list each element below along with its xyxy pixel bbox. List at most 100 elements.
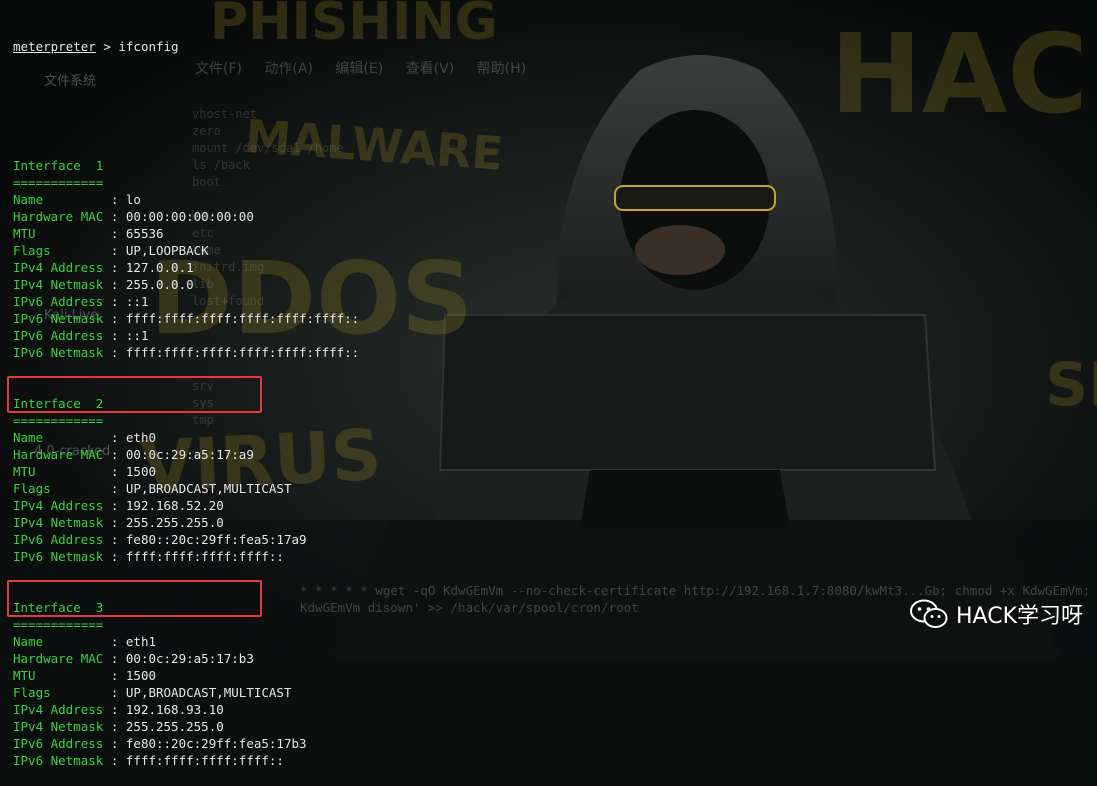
interface-value: 255.255.255.0 <box>125 719 224 734</box>
interface-colon: : <box>110 736 126 751</box>
interface-key: IPv6 Address <box>13 736 111 751</box>
interface-row: IPv4 Address : 127.0.0.1 <box>13 259 359 276</box>
interface-key: Hardware MAC <box>13 447 111 462</box>
interface-key: IPv4 Address <box>13 498 111 513</box>
interface-key: IPv6 Address <box>13 532 111 547</box>
interface-separator: ============ <box>13 413 104 428</box>
interface-colon: : <box>110 243 126 258</box>
interface-colon: : <box>110 447 126 462</box>
interface-value: 255.255.255.0 <box>125 515 224 530</box>
interface-key: IPv6 Address <box>13 328 111 343</box>
command-text: > ifconfig <box>95 39 179 54</box>
interface-block: Interface 3 ============ Name : eth1 Hardwa… <box>13 599 359 769</box>
interface-key: Flags <box>13 685 111 700</box>
interface-row: Hardware MAC : 00:0c:29:a5:17:a9 <box>13 446 359 463</box>
interface-row: MTU : 1500 <box>13 667 359 684</box>
interface-key: IPv4 Address <box>13 260 111 275</box>
interface-value: 00:0c:29:a5:17:a9 <box>125 447 254 462</box>
interface-value: 00:00:00:00:00:00 <box>125 209 254 224</box>
interface-key: IPv4 Netmask <box>13 719 111 734</box>
interface-row: IPv6 Netmask : ffff:ffff:ffff:ffff:ffff:… <box>13 310 359 327</box>
interface-block: Interface 2 ============ Name : eth0 Hardwa… <box>13 395 359 599</box>
interface-colon: : <box>110 260 126 275</box>
interface-colon: : <box>110 702 126 717</box>
bg-word-hack: HACK <box>830 10 1097 138</box>
interface-row: Flags : UP,LOOPBACK <box>13 242 359 259</box>
interface-colon: : <box>110 209 126 224</box>
interface-key: Name <box>13 430 111 445</box>
interface-key: Name <box>13 634 111 649</box>
interface-colon: : <box>110 549 126 564</box>
interface-row: IPv4 Address : 192.168.52.20 <box>13 497 359 514</box>
interface-key: IPv6 Netmask <box>13 549 111 564</box>
interface-key: MTU <box>13 226 111 241</box>
prompt-label: meterpreter <box>13 39 96 54</box>
bg-word-sp: SP <box>1045 350 1097 420</box>
interface-row: IPv6 Netmask : ffff:ffff:ffff:ffff:: <box>13 752 359 769</box>
interface-row: Name : eth1 <box>13 633 359 650</box>
interface-value: 255.0.0.0 <box>125 277 194 292</box>
interface-key: Flags <box>13 481 111 496</box>
interface-value: 00:0c:29:a5:17:b3 <box>125 651 254 666</box>
interface-row: MTU : 65536 <box>13 225 359 242</box>
interface-key: IPv6 Netmask <box>13 311 111 326</box>
interface-row: IPv4 Address : 192.168.93.10 <box>13 701 359 718</box>
interface-value: eth1 <box>125 634 157 649</box>
interface-value: UP,LOOPBACK <box>125 243 209 258</box>
interface-colon: : <box>110 345 126 360</box>
interface-row: Name : lo <box>13 191 359 208</box>
interface-colon: : <box>110 430 126 445</box>
interface-colon: : <box>110 464 126 479</box>
interface-value: 192.168.93.10 <box>125 702 224 717</box>
interface-colon: : <box>110 651 126 666</box>
interface-value: UP,BROADCAST,MULTICAST <box>125 481 292 496</box>
interface-row: Hardware MAC : 00:0c:29:a5:17:b3 <box>13 650 359 667</box>
interface-value: ffff:ffff:ffff:ffff:ffff:ffff:: <box>125 345 360 360</box>
interface-separator: ============ <box>13 617 104 632</box>
interface-colon: : <box>110 668 126 683</box>
highlight-box-eth1-ipv4 <box>7 580 262 617</box>
interface-value: fe80::20c:29ff:fea5:17b3 <box>125 736 307 751</box>
interface-colon: : <box>110 515 126 530</box>
interface-key: MTU <box>13 464 111 479</box>
laptop <box>438 314 937 471</box>
interface-value: ffff:ffff:ffff:ffff:ffff:ffff:: <box>125 311 360 326</box>
interface-row: IPv4 Netmask : 255.0.0.0 <box>13 276 359 293</box>
interface-key: Flags <box>13 243 111 258</box>
interface-colon: : <box>110 277 126 292</box>
brand-watermark: HACK学习呀 <box>910 598 1083 630</box>
interface-key: Hardware MAC <box>13 209 111 224</box>
brand-name: HACK学习呀 <box>956 604 1083 629</box>
interface-colon: : <box>110 294 126 309</box>
interface-value: UP,BROADCAST,MULTICAST <box>125 685 292 700</box>
interface-key: IPv4 Address <box>13 702 111 717</box>
interface-colon: : <box>110 532 126 547</box>
interface-row: IPv4 Netmask : 255.255.255.0 <box>13 718 359 735</box>
interface-row: IPv6 Address : fe80::20c:29ff:fea5:17a9 <box>13 531 359 548</box>
interface-value: 1500 <box>125 464 157 479</box>
interface-colon: : <box>110 311 126 326</box>
interface-row: IPv6 Netmask : ffff:ffff:ffff:ffff:: <box>13 548 359 565</box>
ghost-menu-help: 帮助(H) <box>476 61 527 77</box>
interface-value: 127.0.0.1 <box>125 260 194 275</box>
interface-value: eth0 <box>125 430 157 445</box>
interface-colon: : <box>110 481 126 496</box>
interface-row: IPv6 Address : ::1 <box>13 327 359 344</box>
interface-key: Name <box>13 192 111 207</box>
prompt-line: meterpreter > ifconfig <box>13 38 359 55</box>
interface-row: Hardware MAC : 00:00:00:00:00:00 <box>13 208 359 225</box>
interface-key: IPv6 Netmask <box>13 753 111 768</box>
interface-value: 1500 <box>125 668 157 683</box>
interface-colon: : <box>110 192 126 207</box>
interface-row: Name : eth0 <box>13 429 359 446</box>
interface-row: IPv4 Netmask : 255.255.255.0 <box>13 514 359 531</box>
interface-row: Flags : UP,BROADCAST,MULTICAST <box>13 684 359 701</box>
interface-row: IPv6 Netmask : ffff:ffff:ffff:ffff:ffff:… <box>13 344 359 361</box>
interface-value: 65536 <box>125 226 164 241</box>
interface-key: IPv6 Address <box>13 294 111 309</box>
interface-value: ::1 <box>125 328 149 343</box>
interface-colon: : <box>110 498 126 513</box>
interface-colon: : <box>110 226 126 241</box>
interface-row: IPv6 Address : fe80::20c:29ff:fea5:17b3 <box>13 735 359 752</box>
interface-value: fe80::20c:29ff:fea5:17a9 <box>125 532 307 547</box>
